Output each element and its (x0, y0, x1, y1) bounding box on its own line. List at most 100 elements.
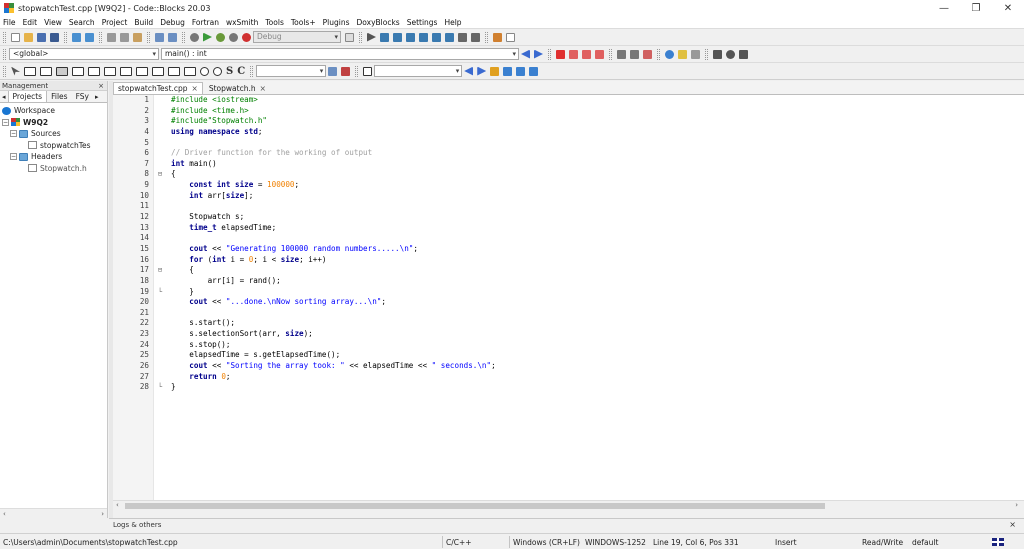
close-tab-icon[interactable]: × (260, 84, 266, 93)
debug-continue-icon[interactable] (367, 32, 376, 42)
redo-icon[interactable] (85, 32, 94, 42)
menu-view[interactable]: View (44, 18, 62, 27)
code-line[interactable]: 25 elapsedTime = s.getElapsedTime(); (113, 350, 1024, 361)
tabs-left-arrow-icon[interactable]: ◂ (0, 92, 8, 102)
next-bookmark-icon[interactable] (582, 49, 591, 59)
menu-search[interactable]: Search (69, 18, 95, 27)
build-run-icon[interactable] (216, 32, 225, 42)
code-line[interactable]: 7 int main() (113, 159, 1024, 170)
tree-item-header-file[interactable]: Stopwatch.h (2, 163, 107, 175)
menu-tools[interactable]: Tools (265, 18, 283, 27)
doxywizard-icon[interactable] (678, 49, 687, 59)
format-c-button[interactable]: C (237, 66, 245, 77)
find-next-icon[interactable] (328, 66, 338, 76)
pointer-icon[interactable] (11, 66, 20, 76)
scope-select[interactable]: <global> ▾ (9, 48, 159, 60)
find-options-icon[interactable] (341, 66, 351, 76)
rebuild-icon[interactable] (229, 32, 238, 42)
code-line[interactable]: 26 cout << "Sorting the array took: " <<… (113, 361, 1024, 372)
tab-files[interactable]: Files (47, 91, 71, 102)
tree-item-project[interactable]: − W9Q2 (2, 117, 107, 129)
selected-text-icon[interactable] (503, 66, 513, 76)
tree-item-workspace[interactable]: Workspace (2, 105, 107, 117)
replace-icon[interactable] (168, 32, 177, 42)
code-line[interactable]: 3 #include"Stopwatch.h" (113, 116, 1024, 127)
editor-hscrollbar[interactable]: ‹ › (113, 500, 1024, 511)
scroll-right-icon[interactable]: › (101, 510, 104, 518)
code-line[interactable]: 23 s.selectionSort(arr, size); (113, 329, 1024, 340)
toolbar-grip[interactable] (3, 48, 6, 60)
tree-item-source-file[interactable]: stopwatchTes (2, 140, 107, 152)
step-into-icon[interactable] (406, 32, 415, 42)
menu-fortran[interactable]: Fortran (192, 18, 219, 27)
code-line[interactable]: 8 ⊟ { (113, 169, 1024, 180)
build-gear-icon[interactable] (190, 32, 199, 42)
code-line[interactable]: 28 └} (113, 382, 1024, 393)
find-icon[interactable] (155, 32, 164, 42)
step-out-icon[interactable] (419, 32, 428, 42)
zoom-in-icon[interactable] (200, 66, 209, 76)
menu-tools[interactable]: Tools+ (291, 18, 316, 27)
code-line[interactable]: 16 for (int i = 0; i < size; i++) (113, 255, 1024, 266)
build-target-select[interactable]: Debug ▾ (253, 31, 341, 43)
search-combo[interactable]: ▾ (256, 65, 327, 77)
minimize-button[interactable]: — (928, 0, 960, 16)
static-box-icon[interactable] (72, 66, 84, 76)
code-line[interactable]: 2 #include <time.h> (113, 106, 1024, 117)
format-s-button[interactable]: S (226, 66, 233, 77)
fold-toggle-icon[interactable]: ⊟ (156, 265, 164, 276)
collapse-icon[interactable]: − (2, 118, 9, 126)
code-line[interactable]: 6 // Driver function for the working of o… (113, 148, 1024, 159)
code-line[interactable]: 22 s.start(); (113, 318, 1024, 329)
code-line[interactable]: 20 cout << "...done.\nNow sorting array.… (113, 297, 1024, 308)
first-line-icon[interactable] (713, 49, 722, 59)
menu-file[interactable]: File (3, 18, 16, 27)
close-management-button[interactable]: × (98, 81, 104, 91)
code-line[interactable]: 4 using namespace std; (113, 127, 1024, 138)
clear-bookmarks-icon[interactable] (595, 49, 604, 59)
code-line[interactable]: 13 time_t elapsedTime; (113, 223, 1024, 234)
undo-icon[interactable] (72, 32, 81, 42)
scroll-right-icon[interactable]: › (1015, 501, 1018, 509)
block-comment-icon[interactable] (643, 49, 652, 59)
save-all-icon[interactable] (50, 32, 59, 42)
next-line-icon[interactable] (393, 32, 402, 42)
menu-doxyblocks[interactable]: DoxyBlocks (357, 18, 400, 27)
menu-build[interactable]: Build (134, 18, 153, 27)
tab-stopwatch-h[interactable]: Stopwatch.h × (205, 83, 270, 94)
search-forward-icon[interactable] (477, 66, 487, 76)
menu-edit[interactable]: Edit (23, 18, 38, 27)
code-line[interactable]: 9 const int size = 100000; (113, 180, 1024, 191)
run-icon[interactable] (203, 32, 212, 42)
close-window-button[interactable]: ✕ (992, 0, 1024, 16)
tree-item-sources[interactable]: − Sources (2, 128, 107, 140)
scrollbar-thumb[interactable] (125, 503, 825, 509)
code-line[interactable]: 17 ⊟ { (113, 265, 1024, 276)
frame-icon[interactable] (120, 66, 132, 76)
code-line[interactable]: 5 (113, 138, 1024, 149)
last-line-icon[interactable] (739, 49, 748, 59)
menu-debug[interactable]: Debug (160, 18, 185, 27)
code-editor[interactable]: 1 #include <iostream> 2 #include <time.h> 3 #… (113, 95, 1024, 500)
code-line[interactable]: 19 └ } (113, 287, 1024, 298)
regex-search-icon[interactable] (529, 66, 539, 76)
paste-icon[interactable] (133, 32, 142, 42)
doxyblocks-icon[interactable] (665, 49, 674, 59)
comment-icon[interactable] (617, 49, 626, 59)
management-hscrollbar[interactable]: ‹ › (0, 508, 107, 518)
new-file-icon[interactable] (11, 32, 20, 42)
incremental-search-combo[interactable]: ▾ (374, 65, 463, 77)
match-case-icon[interactable] (516, 66, 526, 76)
box-sizer-icon[interactable] (24, 66, 36, 76)
sizer-icon[interactable] (136, 66, 148, 76)
scroll-left-icon[interactable]: ‹ (3, 510, 6, 518)
fold-toggle-icon[interactable]: ⊟ (156, 169, 164, 180)
code-line[interactable]: 21 (113, 308, 1024, 319)
tab-projects[interactable]: Projects (7, 90, 48, 102)
tree-item-headers[interactable]: − Headers (2, 151, 107, 163)
code-line[interactable]: 1 #include <iostream> (113, 95, 1024, 106)
border-icon[interactable] (168, 66, 180, 76)
collapse-icon[interactable]: − (10, 130, 17, 138)
step-into-instruction-icon[interactable] (445, 32, 454, 42)
language-flag-icon[interactable] (992, 538, 1004, 546)
